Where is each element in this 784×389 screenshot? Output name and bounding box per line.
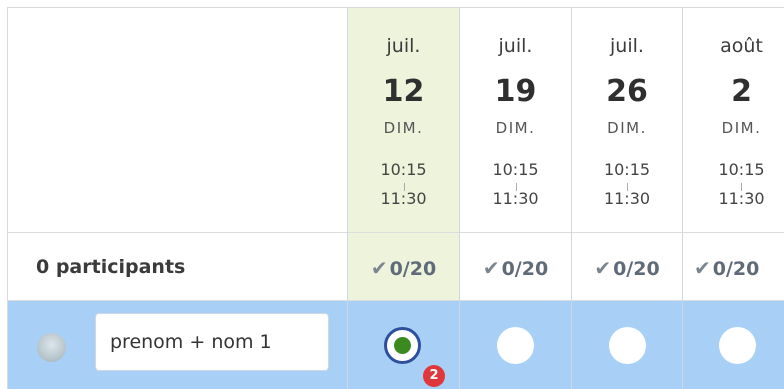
- time-start: 10:15: [380, 160, 427, 179]
- date-column-header-2: juil. 19 DIM. 10:15 11:30: [460, 8, 571, 232]
- availability-toggle-3[interactable]: [609, 327, 646, 364]
- date-day: 2: [731, 74, 752, 109]
- date-weekday: DIM.: [383, 119, 424, 137]
- date-column-header-1: juil. 12 DIM. 10:15 11:30: [348, 8, 459, 232]
- time-end: 11:30: [603, 189, 651, 208]
- check-icon: ✔: [482, 256, 500, 280]
- date-month: juil.: [386, 35, 421, 57]
- poll-grid: juil. 12 DIM. 10:15 11:30 juil. 19 DIM. …: [0, 0, 784, 389]
- count-value: 0/20: [501, 258, 549, 280]
- column-divider: [571, 8, 572, 389]
- count-value: 0/20: [613, 258, 660, 280]
- date-day: 12: [382, 74, 425, 109]
- availability-toggle-4[interactable]: [719, 327, 756, 364]
- date-day: 19: [494, 74, 537, 109]
- column-divider: [347, 8, 348, 389]
- count-value: 0/20: [389, 258, 437, 280]
- row-divider: [8, 232, 784, 233]
- check-icon: ✔: [694, 256, 711, 280]
- date-weekday: DIM.: [607, 119, 647, 137]
- participant-name-value: prenom + nom 1: [110, 331, 272, 353]
- time-start: 10:15: [718, 160, 765, 179]
- date-month: juil.: [498, 35, 533, 57]
- date-column-header-4: août 2 DIM. 10:15 11:30: [683, 8, 784, 232]
- date-count-2: ✔ 0/20: [460, 256, 571, 280]
- time-start: 10:15: [603, 160, 651, 179]
- participants-count: 0 participants: [36, 256, 186, 278]
- date-count-3: ✔ 0/20: [572, 256, 682, 280]
- date-month: août: [720, 35, 763, 57]
- check-icon: ✔: [594, 256, 612, 280]
- column-divider: [682, 8, 683, 389]
- time-end: 11:30: [380, 189, 427, 208]
- column-divider: [459, 8, 460, 389]
- availability-toggle-2[interactable]: [497, 327, 534, 364]
- participant-name-field[interactable]: prenom + nom 1: [95, 313, 329, 371]
- date-weekday: DIM.: [495, 119, 536, 137]
- time-end: 11:30: [718, 189, 765, 208]
- date-month: juil.: [610, 35, 644, 57]
- check-icon: ✔: [370, 256, 388, 280]
- time-end: 11:30: [492, 189, 539, 208]
- date-weekday: DIM.: [721, 119, 762, 137]
- availability-toggle-1[interactable]: [384, 327, 421, 364]
- date-count-1: ✔ 0/20: [348, 256, 459, 280]
- date-column-header-3: juil. 26 DIM. 10:15 11:30: [572, 8, 682, 232]
- count-value: 0/20: [712, 258, 760, 280]
- yes-dot: [394, 337, 411, 354]
- date-day: 26: [606, 74, 648, 109]
- row-divider: [8, 300, 784, 301]
- comment-count-badge[interactable]: 2: [423, 365, 445, 387]
- avatar: [37, 333, 66, 362]
- time-start: 10:15: [492, 160, 539, 179]
- date-count-4: ✔ 0/20: [694, 256, 784, 280]
